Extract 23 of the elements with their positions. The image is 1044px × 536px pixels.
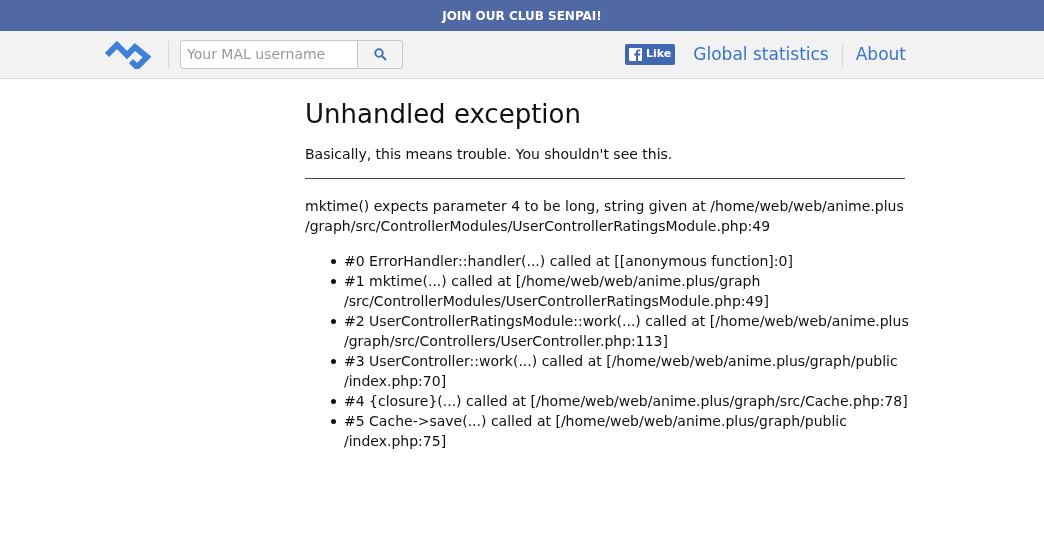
facebook-icon xyxy=(629,48,643,61)
stack-trace-line: #2 UserControllerRatingsModule::work(...) called at [/home/web/web/anime.plus /graph/src/Controllers/UserController.php:113] xyxy=(344,312,909,351)
stack-trace-line: #0 ErrorHandler::handler(...) called at [[anonymous function]:0] xyxy=(344,252,793,271)
error-message: mktime() expects parameter 4 to be long, string given at /home/web/web/anime.plus /graph/src/ControllerModules/UserControllerRatingsModule.php:49 xyxy=(305,197,905,236)
bullet-icon xyxy=(331,279,336,284)
bullet-icon xyxy=(331,419,336,424)
error-subtitle: Basically, this means trouble. You shouldn't see this. xyxy=(305,145,674,164)
nav-link[interactable]: About xyxy=(855,41,906,68)
like-button[interactable]: Like xyxy=(625,44,676,65)
search-icon xyxy=(373,48,387,61)
stack-trace-line: #5 Cache->save(...) called at [/home/web/web/anime.plus/graph/public /index.php:75] xyxy=(344,412,847,451)
bullet-icon xyxy=(331,259,336,264)
stack-trace-line: #3 UserController::work(...) called at [/home/web/web/anime.plus/graph/public /index.php:70] xyxy=(344,352,898,391)
error-title: Unhandled exception xyxy=(305,98,582,131)
stack-trace-line: #4 {closure}(...) called at [/home/web/web/anime.plus/graph/src/Cache.php:78] xyxy=(344,392,908,411)
bullet-icon xyxy=(331,399,336,404)
stack-trace-line: #1 mktime(...) called at [/home/web/web/anime.plus/graph /src/ControllerModules/UserControllerRatingsModule.php:49] xyxy=(344,272,769,311)
bullet-icon xyxy=(331,319,336,324)
search-button[interactable] xyxy=(358,40,403,69)
username-search-field[interactable]: Your MAL username xyxy=(180,40,358,69)
bullet-icon xyxy=(331,359,336,364)
nav-link[interactable]: Global statistics xyxy=(693,41,829,68)
banner-text[interactable]: JOIN OUR CLUB SENPAI! xyxy=(442,6,602,25)
